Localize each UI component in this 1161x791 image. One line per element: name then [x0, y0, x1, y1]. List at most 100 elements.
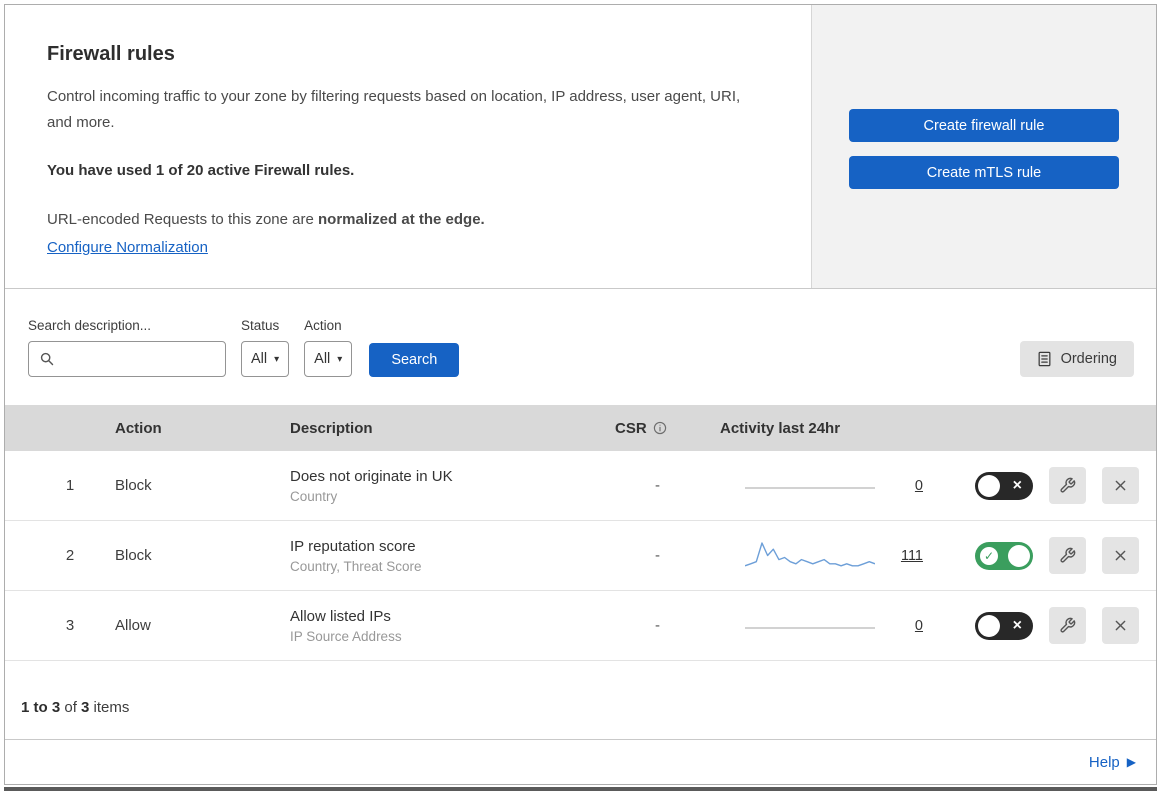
col-csr: CSR	[605, 420, 710, 437]
help-bar: Help ▶	[5, 740, 1156, 784]
filter-bar: Search description... Status All ▾ Actio…	[5, 289, 1156, 405]
rule-fields: Country	[290, 488, 338, 504]
firewall-rules-page: Firewall rules Control incoming traffic …	[4, 4, 1157, 785]
activity-count-link[interactable]: 0	[897, 478, 923, 494]
table-header: Action Description CSR Activity last 24h…	[5, 405, 1156, 451]
normalization-bold-text: normalized at the edge.	[318, 211, 485, 228]
activity-count-link[interactable]: 111	[897, 548, 923, 564]
col-csr-label: CSR	[615, 419, 647, 437]
rule-csr: -	[655, 477, 660, 494]
status-filter-label: Status	[241, 318, 280, 333]
create-firewall-rule-button[interactable]: Create firewall rule	[849, 109, 1119, 142]
table-row: 2 Block IP reputation score Country, Thr…	[5, 521, 1156, 591]
page-title: Firewall rules	[47, 43, 175, 65]
rule-priority: 3	[65, 617, 75, 634]
rule-fields: IP Source Address	[290, 628, 402, 644]
close-icon	[1115, 550, 1126, 561]
status-filter-value: All	[251, 351, 268, 367]
activity-count-link[interactable]: 0	[897, 618, 923, 634]
table-row: 3 Allow Allow listed IPs IP Source Addre…	[5, 591, 1156, 661]
search-filter-group: Search description...	[28, 318, 226, 377]
rule-description-cell: Allow listed IPs IP Source Address	[280, 608, 605, 644]
edit-rule-button[interactable]	[1049, 607, 1086, 644]
rule-action: Block	[115, 477, 152, 494]
rule-enabled-toggle[interactable]: ✓ ×	[975, 541, 1033, 570]
ordering-button[interactable]: Ordering	[1019, 341, 1134, 377]
rule-description: Does not originate in UK	[290, 467, 453, 485]
toggle-knob	[978, 614, 1000, 637]
delete-rule-button[interactable]	[1102, 537, 1139, 574]
list-document-icon	[1038, 351, 1051, 367]
status-filter-select[interactable]: All ▾	[241, 341, 290, 377]
normalization-note: URL-encoded Requests to this zone are no…	[47, 207, 751, 261]
help-link[interactable]: Help ▶	[1089, 754, 1136, 771]
rule-enabled-toggle[interactable]: ✓ ×	[975, 471, 1033, 500]
rule-controls: ✓ ×	[945, 467, 1156, 504]
action-filter-group: Action All ▾	[304, 318, 353, 377]
table-row: 1 Block Does not originate in UK Country…	[5, 451, 1156, 521]
search-button[interactable]: Search	[369, 343, 460, 377]
actions-panel: Create firewall rule Create mTLS rule	[811, 5, 1156, 288]
rule-controls: ✓ ×	[945, 607, 1156, 644]
edit-rule-button[interactable]	[1049, 467, 1086, 504]
delete-rule-button[interactable]	[1102, 607, 1139, 644]
rule-csr: -	[655, 547, 660, 564]
wrench-icon	[1060, 547, 1076, 563]
page-header: Firewall rules Control incoming traffic …	[5, 5, 1156, 289]
items-label: items	[89, 699, 130, 716]
activity-sparkline	[745, 626, 875, 629]
col-activity: Activity last 24hr	[720, 419, 841, 437]
rule-csr: -	[655, 617, 660, 634]
search-description-input[interactable]	[55, 351, 217, 367]
delete-rule-button[interactable]	[1102, 467, 1139, 504]
rule-action: Allow	[115, 617, 151, 634]
close-icon	[1115, 620, 1126, 631]
arrow-right-icon: ▶	[1126, 755, 1136, 769]
window-bottom-edge	[4, 787, 1157, 791]
rule-priority: 1	[65, 477, 75, 494]
search-label: Search description...	[28, 318, 152, 333]
rule-action: Block	[115, 547, 152, 564]
items-of-text: of	[60, 699, 82, 716]
toggle-knob	[1008, 544, 1030, 567]
status-filter-group: Status All ▾	[241, 318, 290, 377]
usage-summary: You have used 1 of 20 active Firewall ru…	[47, 162, 355, 179]
activity-sparkline	[745, 486, 875, 489]
close-icon	[1115, 480, 1126, 491]
activity-sparkline	[745, 541, 875, 566]
rule-activity-cell: 111	[710, 538, 945, 574]
edit-rule-button[interactable]	[1049, 537, 1086, 574]
action-filter-value: All	[314, 351, 331, 367]
help-label: Help	[1088, 753, 1120, 771]
action-filter-select[interactable]: All ▾	[304, 341, 353, 377]
cross-icon: ×	[1012, 616, 1022, 634]
chevron-down-icon: ▾	[337, 353, 343, 365]
wrench-icon	[1060, 617, 1076, 633]
rule-activity-cell: 0	[710, 608, 945, 644]
create-mtls-rule-button[interactable]: Create mTLS rule	[849, 156, 1119, 189]
rule-activity-cell: 0	[710, 468, 945, 504]
rule-description: IP reputation score	[290, 537, 416, 555]
wrench-icon	[1060, 477, 1076, 493]
col-action: Action	[115, 419, 162, 437]
rule-controls: ✓ ×	[945, 537, 1156, 574]
items-range: 1 to 3	[21, 699, 61, 716]
rule-description-cell: Does not originate in UK Country	[280, 468, 605, 504]
action-filter-label: Action	[304, 318, 342, 333]
pagination-summary: 1 to 3 of 3 items	[5, 661, 1156, 740]
cross-icon: ×	[1012, 476, 1022, 494]
configure-normalization-link[interactable]: Configure Normalization	[47, 235, 208, 261]
ordering-label: Ordering	[1060, 351, 1117, 367]
chevron-down-icon: ▾	[274, 353, 280, 365]
col-description: Description	[290, 419, 373, 437]
info-icon	[653, 421, 666, 435]
toggle-knob	[978, 474, 1000, 497]
check-icon: ✓	[980, 546, 998, 565]
search-box	[28, 341, 226, 377]
rule-description: Allow listed IPs	[290, 607, 391, 625]
rule-description-cell: IP reputation score Country, Threat Scor…	[280, 538, 605, 574]
normalization-text: URL-encoded Requests to this zone are	[47, 211, 318, 228]
search-icon	[40, 352, 54, 366]
page-header-text: Firewall rules Control incoming traffic …	[5, 5, 811, 288]
rule-enabled-toggle[interactable]: ✓ ×	[975, 611, 1033, 640]
